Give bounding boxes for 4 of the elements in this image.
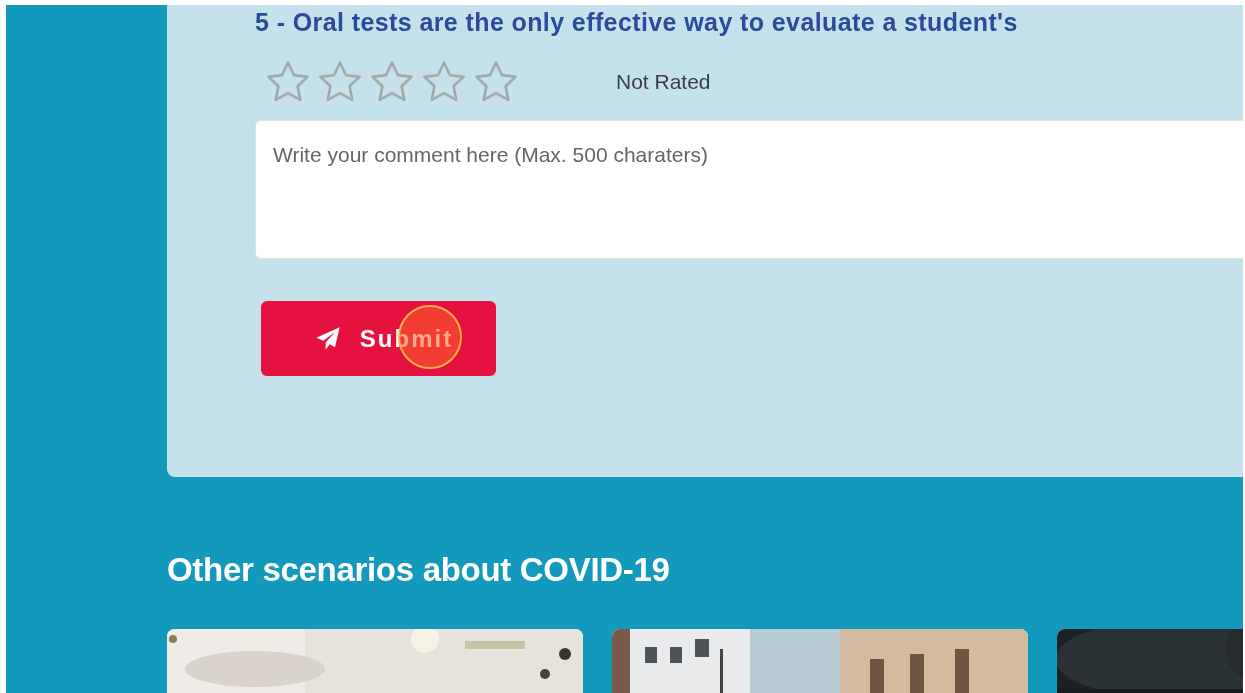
section-title: Other scenarios about COVID-19 bbox=[167, 551, 671, 589]
rating-label: Not Rated bbox=[616, 70, 711, 94]
question-heading: 5 - Oral tests are the only effective way to evaluate a student's bbox=[255, 7, 1019, 38]
comment-field[interactable]: Write your comment here (Max. 500 charaters) bbox=[255, 120, 1243, 259]
